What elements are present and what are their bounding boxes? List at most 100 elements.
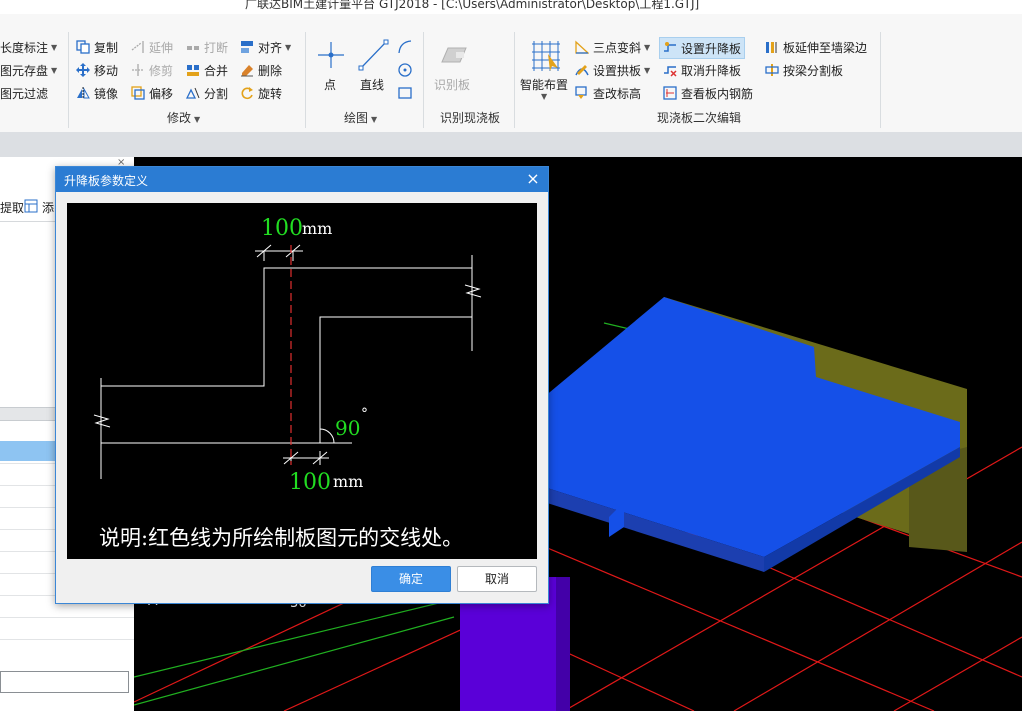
ribbon-separator [514, 32, 515, 128]
cancel-raised-slab-button[interactable]: 取消升降板 [663, 60, 741, 80]
merge-button[interactable]: 合并 [186, 60, 228, 80]
trim-button[interactable]: 修剪 [131, 60, 173, 80]
top-dimension-unit: mm [302, 219, 332, 238]
chevron-down-icon: ▼ [51, 65, 58, 75]
view-slab-rebar-button[interactable]: 查看板内钢筋 [663, 83, 753, 103]
split-icon [185, 86, 200, 100]
point-button[interactable]: 点 [314, 38, 348, 108]
ok-button[interactable]: 确定 [371, 566, 451, 592]
extend-button[interactable]: 延伸 [131, 37, 173, 57]
align-button[interactable]: 对齐 ▼ [240, 37, 291, 57]
view-slab-rebar-label: 查看板内钢筋 [681, 86, 754, 101]
diagram-note: 说明:红色线为所绘制板图元的交线处。 [99, 526, 463, 550]
copy-button[interactable]: 复制 [76, 37, 118, 57]
chevron-down-icon: ▼ [285, 42, 292, 52]
chevron-down-icon: ▼ [644, 65, 651, 75]
check-elevation-label: 查改标高 [593, 86, 642, 101]
align-icon [240, 40, 254, 54]
cancel-button[interactable]: 取消 [457, 566, 537, 592]
degree-symbol: ° [361, 406, 368, 422]
smart-layout-button[interactable]: 智能布置 ▼ [518, 38, 574, 108]
angle-value: 90 [335, 416, 360, 440]
top-dimension-value: 100 [261, 216, 303, 241]
split-slab-by-beam-button[interactable]: 按梁分割板 [765, 60, 843, 80]
save-element-label: 图元存盘 [0, 63, 49, 78]
rotate-button[interactable]: 旋转 [240, 83, 282, 103]
filter-element-button[interactable]: 图元过滤 [0, 83, 48, 103]
extract-label: 提取 [0, 201, 25, 215]
extend-slab-icon [765, 40, 779, 54]
point-icon [318, 42, 344, 68]
close-icon[interactable]: × [524, 169, 542, 189]
slab-outline [93, 244, 482, 479]
identify-group-label: 识别现浇板 [440, 111, 501, 125]
arc-button[interactable] [396, 38, 414, 56]
move-icon [76, 63, 90, 77]
smart-layout-icon [532, 41, 560, 71]
ribbon-separator [423, 32, 424, 128]
mirror-icon [76, 86, 90, 100]
identify-slab-label: 识别板 [434, 78, 471, 92]
circle-icon [398, 63, 412, 77]
elevation-icon [575, 86, 589, 100]
column-side [556, 577, 570, 711]
bottom-dimension-unit: mm [333, 472, 363, 491]
check-elevation-button[interactable]: 查改标高 [575, 83, 641, 103]
raise-slab-icon [663, 41, 677, 55]
rebar-icon [663, 86, 677, 100]
cancel-raise-icon [663, 63, 677, 77]
offset-button[interactable]: 偏移 [131, 83, 173, 103]
raised-slab-parameter-dialog: 升降板参数定义 × 100 mm 90 ° 100 mm 说明:红色线为所绘制板… [55, 166, 549, 604]
modify-group-text: 修改 [167, 111, 192, 125]
modify-group-label[interactable]: 修改 ▼ [167, 109, 200, 126]
chevron-down-icon: ▼ [371, 115, 378, 124]
move-button[interactable]: 移动 [76, 60, 118, 80]
smart-layout-label: 智能布置 [520, 78, 569, 92]
offset-icon [131, 86, 145, 100]
property-input[interactable] [0, 671, 129, 693]
rectangle-button[interactable] [396, 84, 414, 102]
break-button[interactable]: 打断 [186, 37, 228, 57]
mirror-label: 镜像 [94, 86, 119, 101]
bottom-dimension-value: 100 [289, 470, 331, 495]
extract-button[interactable]: 提取 [0, 199, 24, 216]
identify-slab-button[interactable]: 识别板 [432, 40, 476, 100]
filter-element-label: 图元过滤 [0, 86, 49, 101]
save-element-button[interactable]: 图元存盘 ▼ [0, 60, 57, 80]
split-slab-by-beam-label: 按梁分割板 [783, 63, 844, 78]
mirror-button[interactable]: 镜像 [76, 83, 118, 103]
delete-button[interactable]: 删除 [240, 60, 282, 80]
merge-label: 合并 [204, 63, 229, 78]
add-button[interactable]: 添 [42, 199, 54, 216]
align-label: 对齐 [258, 40, 283, 55]
table-icon[interactable] [24, 199, 38, 213]
list-row-line [0, 617, 134, 618]
line-button[interactable]: 直线 [356, 38, 392, 108]
rectangle-icon [398, 87, 412, 99]
rotate-label: 旋转 [258, 86, 283, 101]
arc-icon [398, 40, 412, 54]
trim-label: 修剪 [149, 63, 174, 78]
extend-slab-to-wall-label: 板延伸至墙梁边 [783, 40, 868, 55]
set-arch-slab-button[interactable]: 设置拱板 ▼ [575, 60, 650, 80]
tab-band [0, 132, 1022, 158]
circle-button[interactable] [396, 61, 414, 79]
dialog-title-bar: 升降板参数定义 × [56, 167, 548, 192]
offset-label: 偏移 [149, 86, 174, 101]
extend-slab-to-wall-button[interactable]: 板延伸至墙梁边 [765, 37, 867, 57]
eraser-icon [240, 63, 254, 77]
ribbon-separator [305, 32, 306, 128]
merge-icon [186, 63, 200, 77]
copy-icon [76, 40, 90, 54]
length-dimension-button[interactable]: 长度标注 ▼ [0, 37, 57, 57]
line-icon [358, 39, 389, 71]
list-row-line [0, 639, 134, 640]
split-slab-icon [765, 63, 779, 77]
break-label: 打断 [204, 40, 229, 55]
draw-group-label[interactable]: 绘图 ▼ [344, 109, 377, 126]
three-point-slope-button[interactable]: 三点变斜 ▼ [575, 37, 650, 57]
chevron-down-icon: ▼ [194, 115, 201, 124]
secondary-edit-group-label: 现浇板二次编辑 [657, 111, 742, 125]
set-raised-slab-button[interactable]: 设置升降板 [659, 37, 746, 59]
split-button[interactable]: 分割 [185, 83, 228, 103]
